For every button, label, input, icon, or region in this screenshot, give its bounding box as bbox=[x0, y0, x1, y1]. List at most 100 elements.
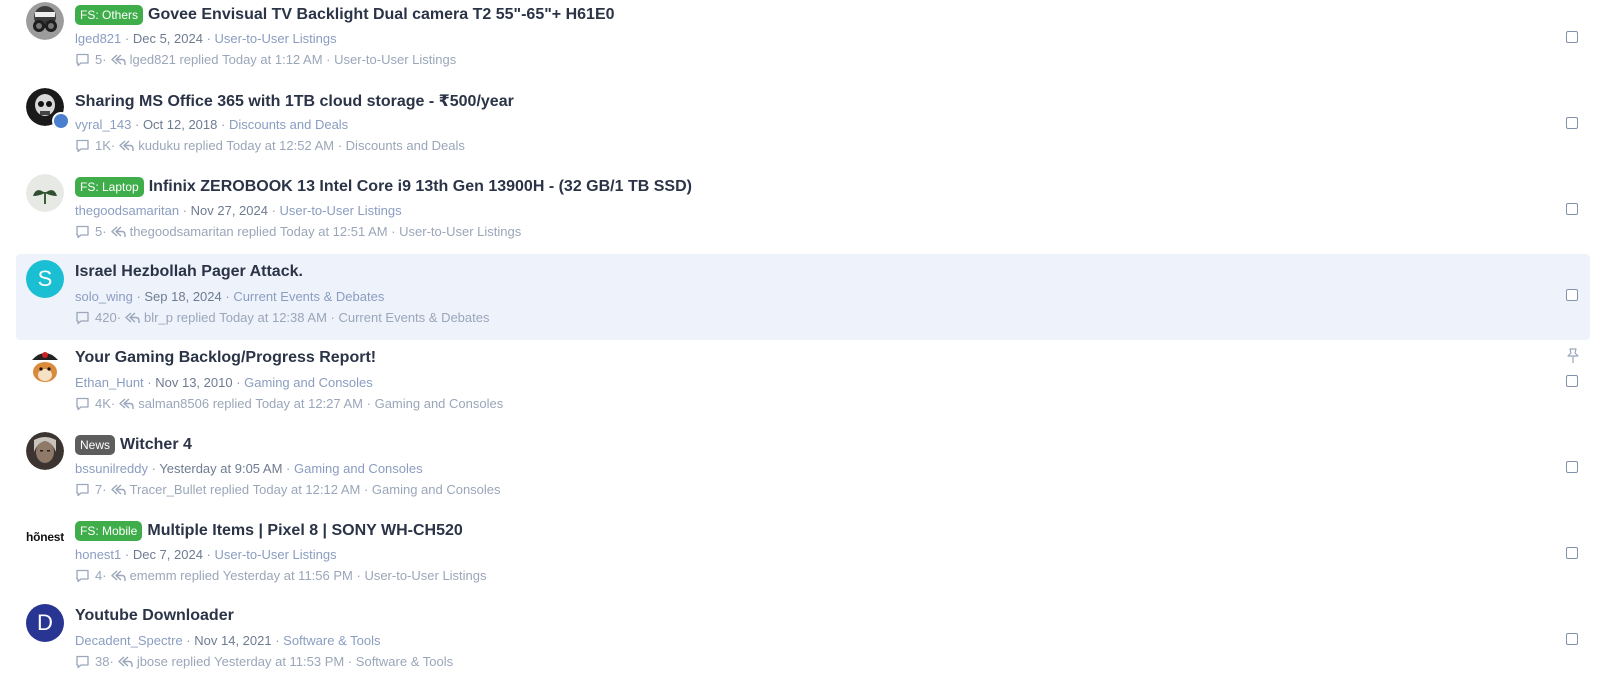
last-reply-time[interactable]: Today at 12:38 AM bbox=[219, 310, 327, 325]
thread-category-link[interactable]: User-to-User Listings bbox=[280, 203, 402, 218]
comment-icon bbox=[75, 483, 91, 497]
thread-meta: solo_wing · Sep 18, 2024 · Current Event… bbox=[75, 289, 384, 304]
thread-author-link[interactable]: vyral_143 bbox=[75, 117, 131, 132]
user-avatar[interactable] bbox=[26, 346, 64, 384]
last-replier-link[interactable]: ememm bbox=[130, 568, 177, 583]
thread-title-row: FS: Others Govee Envisual TV Backlight Du… bbox=[75, 5, 615, 25]
user-avatar[interactable]: S bbox=[26, 260, 64, 298]
last-reply-time[interactable]: Yesterday at 11:56 PM bbox=[223, 568, 353, 583]
thread-prefix-label[interactable]: FS: Laptop bbox=[75, 177, 144, 197]
last-category-link[interactable]: Current Events & Debates bbox=[338, 310, 489, 325]
separator: · bbox=[102, 482, 107, 497]
thread-author-link[interactable]: lged821 bbox=[75, 31, 121, 46]
thread-select-checkbox[interactable] bbox=[1566, 633, 1578, 645]
thread-select-checkbox[interactable] bbox=[1566, 31, 1578, 43]
thread-start-date[interactable]: Dec 7, 2024 bbox=[133, 547, 203, 562]
thread-title-link[interactable]: Witcher 4 bbox=[120, 436, 192, 454]
thread-row[interactable]: FS: Laptop Infinix ZEROBOOK 13 Intel Core… bbox=[16, 168, 1590, 254]
thread-row[interactable]: FS: Others Govee Envisual TV Backlight Du… bbox=[16, 0, 1590, 82]
last-category-link[interactable]: Discounts and Deals bbox=[346, 138, 465, 153]
thread-start-date[interactable]: Yesterday at 9:05 AM bbox=[159, 461, 282, 476]
separator: · bbox=[121, 31, 133, 46]
last-replier-link[interactable]: jbose bbox=[137, 654, 168, 669]
thread-category-link[interactable]: Gaming and Consoles bbox=[294, 461, 423, 476]
last-reply-time[interactable]: Today at 12:12 AM bbox=[253, 482, 361, 497]
thread-start-date[interactable]: Oct 12, 2018 bbox=[143, 117, 217, 132]
thread-author-link[interactable]: solo_wing bbox=[75, 289, 133, 304]
reply-count: 4 bbox=[95, 568, 103, 583]
last-reply-time[interactable]: Today at 12:52 AM bbox=[226, 138, 334, 153]
thread-select-checkbox[interactable] bbox=[1566, 289, 1578, 301]
last-reply-time[interactable]: Today at 12:27 AM bbox=[255, 396, 363, 411]
thread-title-link[interactable]: Your Gaming Backlog/Progress Report! bbox=[75, 349, 376, 367]
thread-author-link[interactable]: thegoodsamaritan bbox=[75, 203, 179, 218]
last-category-link[interactable]: Gaming and Consoles bbox=[372, 482, 501, 497]
thread-select-checkbox[interactable] bbox=[1566, 203, 1578, 215]
thread-start-date[interactable]: Nov 14, 2021 bbox=[194, 633, 271, 648]
thread-stats: 7 · Tracer_Bullet replied Today at 12:12 … bbox=[75, 482, 501, 497]
last-replier-link[interactable]: blr_p bbox=[144, 310, 173, 325]
last-reply-time[interactable]: Today at 12:51 AM bbox=[280, 224, 388, 239]
last-replier-link[interactable]: kuduku bbox=[138, 138, 180, 153]
last-replier-link[interactable]: Tracer_Bullet bbox=[130, 482, 207, 497]
thread-select-checkbox[interactable] bbox=[1566, 547, 1578, 559]
thread-category-link[interactable]: User-to-User Listings bbox=[215, 547, 337, 562]
thread-title-link[interactable]: Multiple Items | Pixel 8 | SONY WH-CH520 bbox=[147, 522, 462, 540]
thread-meta: Ethan_Hunt · Nov 13, 2010 · Gaming and C… bbox=[75, 375, 373, 390]
thread-category-link[interactable]: Discounts and Deals bbox=[229, 117, 348, 132]
thread-start-date[interactable]: Sep 18, 2024 bbox=[144, 289, 221, 304]
last-category-link[interactable]: Software & Tools bbox=[356, 654, 453, 669]
thread-category-link[interactable]: User-to-User Listings bbox=[215, 31, 337, 46]
last-reply-time[interactable]: Yesterday at 11:53 PM bbox=[214, 654, 344, 669]
thread-author-link[interactable]: Ethan_Hunt bbox=[75, 375, 144, 390]
thread-author-link[interactable]: bssunilreddy bbox=[75, 461, 148, 476]
last-category-link[interactable]: User-to-User Listings bbox=[399, 224, 521, 239]
thread-row[interactable]: Sharing MS Office 365 with 1TB cloud sto… bbox=[16, 82, 1590, 168]
thread-category-link[interactable]: Gaming and Consoles bbox=[244, 375, 373, 390]
last-reply-time[interactable]: Today at 1:12 AM bbox=[222, 52, 322, 67]
thread-row[interactable]: Your Gaming Backlog/Progress Report! Etha… bbox=[16, 340, 1590, 426]
thread-row[interactable]: S Israel Hezbollah Pager Attack. solo_wing… bbox=[16, 254, 1590, 340]
last-category-link[interactable]: User-to-User Listings bbox=[364, 568, 486, 583]
last-category-link[interactable]: User-to-User Listings bbox=[334, 52, 456, 67]
reply-arrow-icon bbox=[110, 483, 128, 497]
user-avatar[interactable]: hõnest bbox=[26, 518, 64, 556]
thread-meta: lged821 · Dec 5, 2024 · User-to-User Lis… bbox=[75, 31, 337, 46]
thread-row[interactable]: News Witcher 4 bssunilreddy · Yesterday at… bbox=[16, 426, 1590, 512]
thread-title-link[interactable]: Youtube Downloader bbox=[75, 607, 234, 625]
thread-start-date[interactable]: Nov 27, 2024 bbox=[191, 203, 268, 218]
thread-select-checkbox[interactable] bbox=[1566, 375, 1578, 387]
thread-title-link[interactable]: Govee Envisual TV Backlight Dual camera … bbox=[148, 6, 615, 24]
thread-start-date[interactable]: Nov 13, 2010 bbox=[155, 375, 232, 390]
replied-label: replied bbox=[172, 310, 220, 325]
thread-select-checkbox[interactable] bbox=[1566, 461, 1578, 473]
thread-stats: 4K · salman8506 replied Today at 12:27 AM… bbox=[75, 396, 503, 411]
separator: · bbox=[202, 547, 215, 562]
last-category-link[interactable]: Gaming and Consoles bbox=[375, 396, 504, 411]
user-avatar[interactable] bbox=[26, 432, 64, 470]
thread-start-date[interactable]: Dec 5, 2024 bbox=[133, 31, 203, 46]
reply-arrow-icon bbox=[118, 397, 136, 411]
user-avatar[interactable] bbox=[26, 174, 64, 212]
thread-row[interactable]: D Youtube Downloader Decadent_Spectre · No… bbox=[16, 598, 1590, 682]
thread-select-checkbox[interactable] bbox=[1566, 117, 1578, 129]
thread-prefix-label[interactable]: FS: Others bbox=[75, 5, 144, 25]
thread-prefix-label[interactable]: FS: Mobile bbox=[75, 521, 143, 541]
thread-title-link[interactable]: Israel Hezbollah Pager Attack. bbox=[75, 263, 303, 281]
thread-author-link[interactable]: honest1 bbox=[75, 547, 121, 562]
last-replier-link[interactable]: salman8506 bbox=[138, 396, 209, 411]
thread-title-link[interactable]: Infinix ZEROBOOK 13 Intel Core i9 13th G… bbox=[149, 178, 692, 196]
thread-category-link[interactable]: Software & Tools bbox=[283, 633, 380, 648]
thread-category-link[interactable]: Current Events & Debates bbox=[233, 289, 384, 304]
thread-author-link[interactable]: Decadent_Spectre bbox=[75, 633, 183, 648]
user-avatar[interactable] bbox=[26, 2, 64, 40]
thread-title-link[interactable]: Sharing MS Office 365 with 1TB cloud sto… bbox=[75, 91, 514, 111]
thread-row[interactable]: hõnest FS: Mobile Multiple Items | Pixel 8… bbox=[16, 512, 1590, 598]
reply-count: 420 bbox=[95, 310, 117, 325]
last-replier-link[interactable]: thegoodsamaritan bbox=[130, 224, 234, 239]
reply-arrow-icon bbox=[117, 655, 135, 669]
user-avatar[interactable]: D bbox=[26, 604, 64, 642]
reply-count: 5 bbox=[95, 52, 103, 67]
last-replier-link[interactable]: lged821 bbox=[130, 52, 176, 67]
thread-prefix-label[interactable]: News bbox=[75, 435, 116, 455]
